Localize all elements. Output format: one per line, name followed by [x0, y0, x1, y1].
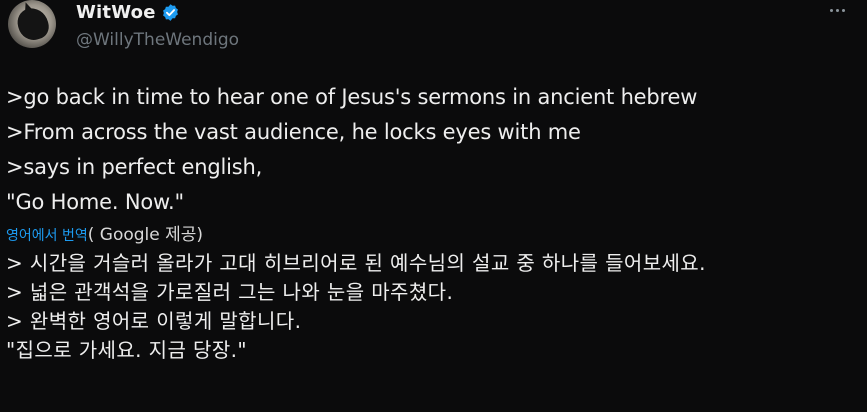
more-options-icon[interactable]	[822, 2, 852, 18]
translated-line: > 넓은 관객석을 가로질러 그는 나와 눈을 마주쳤다.	[6, 280, 454, 304]
more-dot	[841, 8, 845, 12]
avatar[interactable]	[8, 0, 56, 48]
translated-line: > 완벽한 영어로 이렇게 말합니다.	[6, 309, 302, 333]
translated-line: "집으로 가세요. 지금 당장."	[6, 338, 247, 362]
verified-badge-icon	[161, 3, 180, 22]
translate-link[interactable]: 영어에서 번역	[6, 228, 88, 244]
tweet-line: "Go Home. Now."	[6, 190, 184, 214]
translated-line: > 시간을 거슬러 올라가 고대 히브리어로 된 예수님의 설교 중 하나를 들…	[6, 251, 706, 275]
author-display-name[interactable]: WitWoe	[76, 2, 156, 23]
tweet-text: >go back in time to hear one of Jesus's …	[6, 80, 856, 365]
tweet-line: >says in perfect english,	[6, 155, 263, 179]
more-dot	[835, 8, 839, 12]
translation-attribution: 영어에서 번역( Google 제공)	[6, 221, 856, 249]
translation-provider-label: ( Google 제공)	[87, 225, 204, 245]
author-name-row: WitWoe	[76, 0, 180, 24]
tweet-line: >go back in time to hear one of Jesus's …	[6, 85, 698, 109]
tweet-line: >From across the vast audience, he locks…	[6, 120, 581, 144]
more-dot	[829, 8, 833, 12]
author-handle[interactable]: @WillyTheWendigo	[76, 30, 239, 50]
tweet-card: WitWoe @WillyTheWendigo >go back in time…	[0, 0, 867, 412]
avatar-silhouette	[14, 4, 52, 44]
